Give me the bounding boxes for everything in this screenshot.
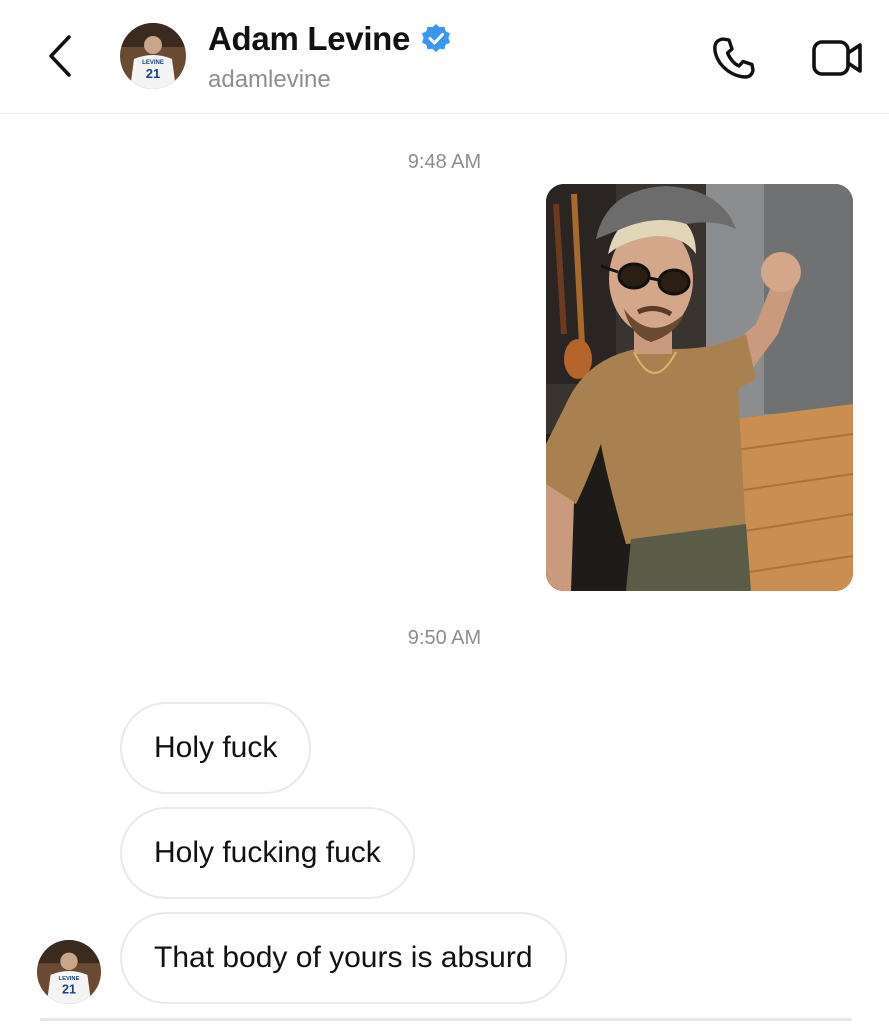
composer-divider bbox=[40, 1018, 852, 1021]
received-message-bubble[interactable]: That body of yours is absurd bbox=[120, 912, 567, 1004]
phone-icon bbox=[713, 37, 755, 79]
message-timestamp: 9:48 AM bbox=[407, 151, 482, 173]
received-message-bubble[interactable]: Holy fucking fuck bbox=[120, 807, 415, 899]
message-thread[interactable]: 9:48 AM 9:50 AM Holy fuck Holy fucking f… bbox=[0, 115, 889, 1024]
chevron-left-icon bbox=[49, 35, 71, 77]
voice-call-button[interactable] bbox=[707, 33, 761, 83]
chat-header: LEVINE 21 Adam Levine adamlevine bbox=[0, 0, 889, 114]
sent-photo-message[interactable] bbox=[546, 184, 853, 591]
message-timestamp: 9:50 AM bbox=[407, 627, 482, 649]
contact-avatar[interactable]: LEVINE 21 bbox=[120, 23, 186, 89]
avatar-jersey-number: 21 bbox=[146, 66, 160, 81]
contact-handle: adamlevine bbox=[208, 66, 331, 93]
verified-badge-icon bbox=[422, 24, 451, 52]
video-call-button[interactable] bbox=[808, 33, 868, 83]
contact-name[interactable]: Adam Levine bbox=[208, 20, 452, 58]
avatar-jersey-number: 21 bbox=[62, 982, 76, 996]
contact-name-text: Adam Levine bbox=[208, 20, 411, 57]
received-message-bubble[interactable]: Holy fuck bbox=[120, 702, 312, 794]
video-camera-icon bbox=[812, 40, 862, 76]
avatar-jersey-name: LEVINE bbox=[59, 976, 80, 982]
message-text: Holy fuck bbox=[154, 731, 278, 764]
sender-avatar[interactable]: LEVINE 21 bbox=[37, 940, 101, 1004]
message-text: That body of yours is absurd bbox=[154, 941, 533, 974]
back-button[interactable] bbox=[40, 32, 80, 80]
message-text: Holy fucking fuck bbox=[154, 836, 381, 869]
